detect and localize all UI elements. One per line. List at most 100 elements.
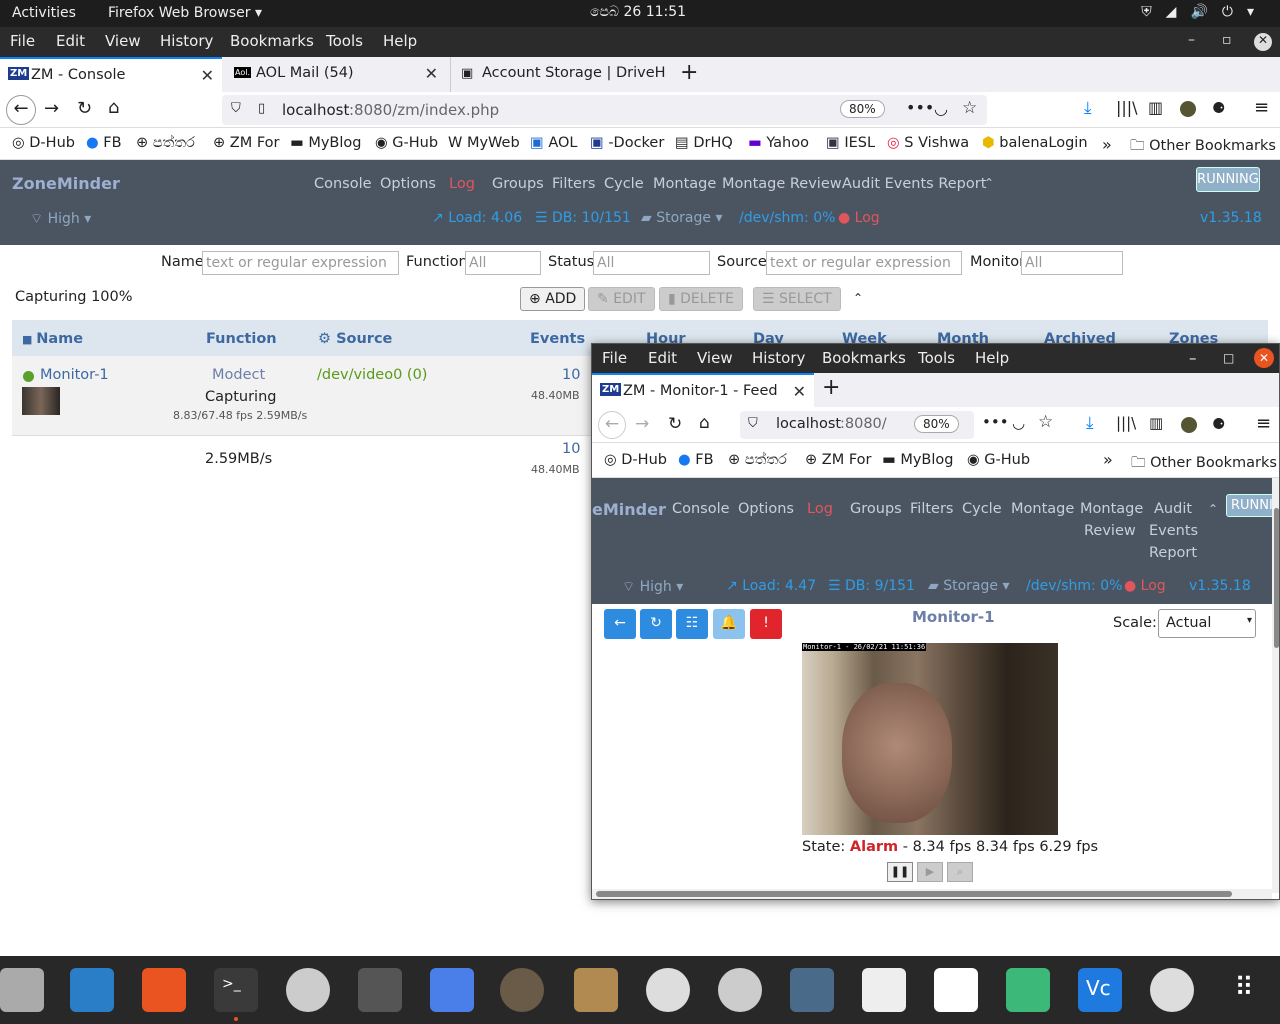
chevron-more-icon[interactable]: » [1103,450,1113,469]
vertical-scrollbar[interactable] [1272,478,1279,893]
bandwidth-dropdown[interactable]: ⌔ High ▾ [622,578,683,596]
menu-file[interactable]: File [602,349,627,367]
nav-groups[interactable]: Groups [492,176,544,192]
zm-brand[interactable]: eMinder [592,500,666,519]
screenshot-icon[interactable] [430,968,474,1012]
function-link[interactable]: Modect [212,367,265,383]
back-button[interactable]: ← [604,609,636,639]
col-function[interactable]: Function [206,331,277,347]
tab-zm-console[interactable]: ZM ZM - Console ✕ [0,57,222,92]
menu-edit[interactable]: Edit [56,32,85,50]
running-state-button[interactable]: RUNNING [1196,167,1260,192]
nav-log[interactable]: Log [807,501,833,517]
nav-console[interactable]: Console [672,501,730,517]
scale-select[interactable]: Actual ▾ [1158,609,1256,638]
account-avatar[interactable] [1180,101,1196,117]
nav-montage-review[interactable]: Montage [1080,501,1143,517]
new-tab-button[interactable]: + [680,60,698,85]
vscode-icon[interactable]: Vc [1078,968,1122,1012]
pause-button[interactable]: ❚❚ [887,862,913,882]
filter-source-input[interactable]: text or regular expression [766,251,962,275]
events-count[interactable]: 10 [562,367,580,383]
clock[interactable]: පෙබ 26 11:51 [590,4,686,20]
select-button[interactable]: ☰ SELECT [753,287,841,311]
reload-icon[interactable]: ↻ [668,414,682,434]
zoom-badge[interactable]: 80% [914,415,959,433]
bookmark-balenalogin[interactable]: ⬢ balenaLogin [982,135,1088,151]
menu-bookmarks[interactable]: Bookmarks [822,349,906,367]
collapse-chevron-icon[interactable]: ⌃ [1208,502,1218,516]
home-icon[interactable]: ⌂ [699,413,710,433]
refresh-button[interactable]: ↻ [640,609,672,639]
forward-icon[interactable]: → [44,98,59,119]
back-icon[interactable]: ← [598,411,626,439]
extensions-icon[interactable]: ⚈ [1212,415,1225,433]
bookmark-s-vishwa[interactable]: ◎ S Vishwa [887,135,969,151]
nav-montage-review[interactable]: Montage Review [722,176,842,192]
optical-drive-icon[interactable] [1150,968,1194,1012]
other-bookmarks[interactable]: 🗀 Other Bookmarks [1131,452,1277,477]
nav-cycle[interactable]: Cycle [604,176,644,192]
menu-view[interactable]: View [105,32,141,50]
bookmark-d-hub[interactable]: ◎ D-Hub [12,135,75,151]
library-icon[interactable]: |||\ [1116,414,1136,432]
collapse-chevron-icon[interactable]: ⌃ [853,291,863,305]
gimp-icon[interactable] [500,968,544,1012]
col-name[interactable]: ■ Name [22,331,83,347]
filter-status-select[interactable]: All [593,251,710,275]
sidebar-icon[interactable]: ▥ [1149,414,1163,432]
pocket-icon[interactable]: ◡ [934,99,948,118]
log-status[interactable]: ● Log [1124,578,1166,594]
bookmark-myweb[interactable]: W MyWeb [448,135,520,151]
restore-button[interactable]: ▫ [1222,32,1232,48]
tab-monitor-feed[interactable]: ZM ZM - Monitor-1 - Feed ✕ [592,373,814,408]
close-tab-icon[interactable]: ✕ [425,64,438,83]
monitor-feed-window[interactable]: File Edit View History Bookmarks Tools H… [591,343,1280,900]
sidebar-icon[interactable]: ▥ [1148,98,1163,117]
source-link[interactable]: /dev/video0 (0) [317,367,427,383]
menu-view[interactable]: View [697,349,733,367]
total-events[interactable]: 10 [562,441,580,457]
writer-icon[interactable] [70,968,114,1012]
scrollbar-thumb[interactable] [1274,508,1279,648]
software-store-icon[interactable] [142,968,186,1012]
col-events[interactable]: Events [530,331,585,347]
library-icon[interactable]: |||\ [1116,98,1138,117]
minimize-button[interactable]: – [1189,349,1197,367]
maximize-button[interactable]: □ [1223,351,1234,365]
show-apps-icon[interactable]: ⠿ [1222,968,1266,1012]
menu-bookmarks[interactable]: Bookmarks [230,32,314,50]
filter-name-input[interactable]: text or regular expression [202,251,399,275]
menu-tools[interactable]: Tools [918,349,955,367]
minimize-button[interactable]: – [1188,32,1195,48]
horizontal-scrollbar[interactable] [592,889,1272,899]
close-window-button[interactable]: ✕ [1254,348,1274,368]
more-icon[interactable]: ••• [982,413,1009,431]
nav-filters[interactable]: Filters [910,501,953,517]
tab-aol-mail[interactable]: Aol. AOL Mail (54) ✕ [224,57,446,92]
nav-montage[interactable]: Montage [653,176,716,192]
storage-dropdown[interactable]: ▰ Storage ▾ [641,210,722,226]
app-menu[interactable]: Firefox Web Browser ▾ [108,5,262,21]
bookmark-fb[interactable]: ● FB [678,452,714,468]
downloads-icon[interactable]: ⤓ [1084,98,1092,118]
bandwidth-dropdown[interactable]: ⌔ High ▾ [30,210,91,228]
menu-file[interactable]: File [10,32,35,50]
utility-icon[interactable] [1006,968,1050,1012]
delete-button[interactable]: ▮ DELETE [659,287,743,311]
filter-monitor-select[interactable]: All [1021,251,1123,275]
terminal-icon[interactable]: >_ [214,968,258,1012]
other-bookmarks[interactable]: 🗀 Other Bookmarks [1130,135,1276,160]
nav-montage[interactable]: Montage [1011,501,1074,517]
nav-cycle[interactable]: Cycle [962,501,1002,517]
monitor-name-link[interactable]: Monitor-1 [40,367,109,383]
dictionary-icon[interactable] [862,968,906,1012]
bookmark-yahoo[interactable]: ▬ Yahoo [748,135,809,151]
bookmark-paththara[interactable]: ⊕ පත්තර [136,135,195,151]
scrollbar-thumb[interactable] [596,891,1232,897]
bookmark-myblog[interactable]: ▬ MyBlog [882,452,953,468]
app-grid-store-icon[interactable] [646,968,690,1012]
nav-filters[interactable]: Filters [552,176,595,192]
close-window-button[interactable]: ✕ [1254,33,1272,51]
alarm-bell-button[interactable]: 🔔 [713,609,745,639]
